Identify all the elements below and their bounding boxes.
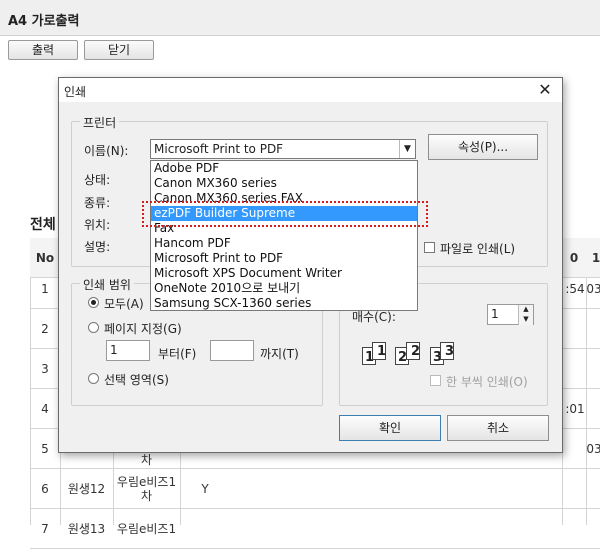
radio-all-label: 모두(A) <box>104 297 144 311</box>
table-cell-no: 1 <box>41 282 49 296</box>
table-cell: 원생13 <box>67 522 106 536</box>
radio-all-pages[interactable] <box>88 297 99 308</box>
table-cell: :01 <box>565 402 585 416</box>
print-to-file-checkbox[interactable] <box>424 242 435 253</box>
table-cell-no: 6 <box>41 482 49 496</box>
type-label: 종류: <box>84 196 111 210</box>
table-cell-no: 4 <box>41 402 49 416</box>
table-cell-no: 2 <box>41 322 49 336</box>
close-icon[interactable]: ✕ <box>534 79 556 101</box>
ok-button[interactable]: 확인 <box>339 415 441 441</box>
table-cell: 03: <box>586 442 600 456</box>
table-cell: 원생12 <box>67 482 106 496</box>
dropdown-item[interactable]: Canon MX360 series <box>151 176 417 191</box>
page-header: A4 가로출력 <box>0 0 600 36</box>
dialog-titlebar[interactable]: 인쇄 ✕ <box>59 78 562 102</box>
table-cell-no: 7 <box>41 522 49 536</box>
chevron-down-icon[interactable]: ▼ <box>399 140 415 158</box>
dropdown-item[interactable]: Hancom PDF <box>151 236 417 251</box>
section-title: 전체 <box>30 217 56 233</box>
table-cell-no: 5 <box>41 442 49 456</box>
printer-name-label: 이름(N): <box>84 144 129 158</box>
status-label: 상태: <box>84 173 111 187</box>
printer-dropdown-list: Adobe PDF Canon MX360 series Canon MX360… <box>150 160 418 311</box>
from-label: 부터(F) <box>158 347 197 361</box>
collate-checkbox[interactable] <box>430 375 441 386</box>
radio-page-range[interactable] <box>88 322 99 333</box>
dropdown-item[interactable]: OneNote 2010으로 보내기 <box>151 281 417 296</box>
table-row[interactable]: 6 원생12 우림e비즈1 차 Y <box>30 469 600 509</box>
to-label: 까지(T) <box>260 347 299 361</box>
printer-select[interactable]: Microsoft Print to PDF ▼ <box>150 139 416 159</box>
print-range-label: 인쇄 범위 <box>80 276 134 293</box>
radio-selection[interactable] <box>88 373 99 384</box>
table-cell: :54 <box>565 282 585 296</box>
table-cell-no: 3 <box>41 362 49 376</box>
print-to-file-label: 파일로 인쇄(L) <box>440 242 516 256</box>
close-page-button[interactable]: 닫기 <box>84 40 154 60</box>
table-row[interactable]: 7 원생13 우림e비즈1 <box>30 509 600 549</box>
page-title: A4 가로출력 <box>8 14 80 29</box>
print-button[interactable]: 출력 <box>8 40 78 60</box>
dropdown-item[interactable]: Microsoft XPS Document Writer <box>151 266 417 281</box>
print-dialog: 인쇄 ✕ 프린터 이름(N): Microsoft Print to PDF ▼… <box>58 77 563 453</box>
spin-up-icon[interactable]: ▲ <box>518 305 533 315</box>
printer-group-label: 프린터 <box>80 114 120 131</box>
properties-button[interactable]: 속성(P)... <box>428 134 538 160</box>
cancel-button[interactable]: 취소 <box>447 415 549 441</box>
dropdown-item[interactable]: Samsung SCX-1360 series <box>151 296 417 311</box>
where-label: 위치: <box>84 218 111 232</box>
annotation-highlight-box <box>142 201 428 227</box>
table-cell: 우림e비즈1 <box>116 522 177 536</box>
radio-pages-label: 페이지 지정(G) <box>104 322 182 336</box>
table-cell: Y <box>201 482 209 496</box>
printer-select-value: Microsoft Print to PDF <box>154 142 284 156</box>
dialog-title: 인쇄 <box>64 85 87 99</box>
collate-label: 한 부씩 인쇄(O) <box>446 375 528 389</box>
table-cell: 우림e비즈1 차 <box>116 475 177 503</box>
table-cell: 03: <box>586 282 600 296</box>
radio-selection-label: 선택 영역(S) <box>104 373 169 387</box>
dropdown-item[interactable]: Adobe PDF <box>151 161 417 176</box>
comment-label: 설명: <box>84 240 111 254</box>
from-page-input[interactable]: 1 <box>106 340 150 361</box>
spin-down-icon[interactable]: ▼ <box>518 315 533 325</box>
to-page-input[interactable] <box>210 340 254 361</box>
dropdown-item[interactable]: Microsoft Print to PDF <box>151 251 417 266</box>
